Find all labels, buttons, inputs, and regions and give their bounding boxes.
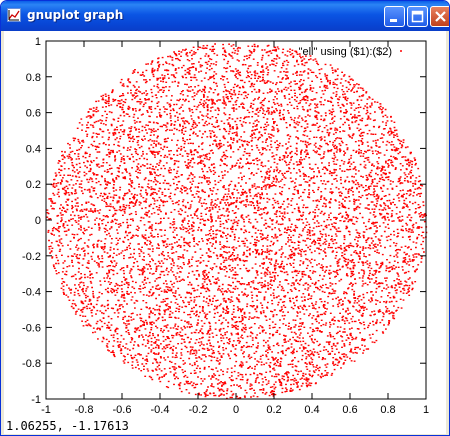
- x-tick-label: -0.8: [75, 404, 94, 416]
- x-tick-label: -0.4: [151, 404, 170, 416]
- y-tick-label: -1: [31, 394, 41, 406]
- plot-canvas[interactable]: -1 -0.8 -0.6 -0.4 -0.2 0 0.2 0.4 0.6 0.8 1 1 0.8 0.6…: [4, 31, 446, 434]
- gnuplot-window: gnuplot graph -1 -0.8 -0.6 -0.4 -0.2 0 0.2 0.4 0…: [0, 0, 450, 436]
- x-tick-label: 0.6: [342, 404, 357, 416]
- title-bar[interactable]: gnuplot graph: [1, 1, 449, 31]
- y-tick-label: -0.8: [22, 358, 41, 370]
- y-tick-label: -0.2: [22, 251, 41, 263]
- y-tick-label: 0.6: [26, 108, 41, 120]
- y-tick-label: 0.8: [26, 72, 41, 84]
- y-axis-tick-labels: 1 0.8 0.6 0.4 0.2 0 -0.2 -0.4 -0.6 -0.8 -1: [22, 36, 41, 406]
- x-tick-label: 1: [423, 404, 429, 416]
- mouse-coordinate-readout: 1.06255, -1.17613: [6, 419, 129, 433]
- minimize-icon: [390, 19, 397, 22]
- x-tick-label: 0: [233, 404, 239, 416]
- x-tick-label: 0.2: [266, 404, 281, 416]
- maximize-button[interactable]: [407, 6, 428, 27]
- y-tick-label: 0.2: [26, 179, 41, 191]
- maximize-icon: [411, 10, 424, 23]
- close-icon: [435, 11, 446, 22]
- x-tick-label: -0.6: [113, 404, 132, 416]
- x-tick-label: 0.4: [304, 404, 319, 416]
- y-tick-label: 0: [35, 215, 41, 227]
- plot-area[interactable]: -1 -0.8 -0.6 -0.4 -0.2 0 0.2 0.4 0.6 0.8 1 1 0.8 0.6…: [4, 31, 446, 434]
- legend-label: "ell" using ($1):($2): [299, 46, 392, 58]
- close-button[interactable]: [430, 6, 449, 27]
- window-title: gnuplot graph: [27, 8, 124, 22]
- minimize-button[interactable]: [384, 6, 405, 27]
- y-tick-label: -0.6: [22, 322, 41, 334]
- scatter-series-ell: [46, 43, 428, 400]
- y-tick-label: 0.4: [26, 143, 41, 155]
- x-axis-tick-labels: -1 -0.8 -0.6 -0.4 -0.2 0 0.2 0.4 0.6 0.8 1: [41, 404, 429, 416]
- y-tick-label: 1: [35, 36, 41, 48]
- x-tick-label: 0.8: [380, 404, 395, 416]
- x-tick-label: -1: [41, 404, 51, 416]
- y-tick-label: -0.4: [22, 287, 41, 299]
- x-tick-label: -0.2: [189, 404, 208, 416]
- scatter-points: [46, 43, 428, 400]
- gnuplot-app-icon: [7, 8, 21, 22]
